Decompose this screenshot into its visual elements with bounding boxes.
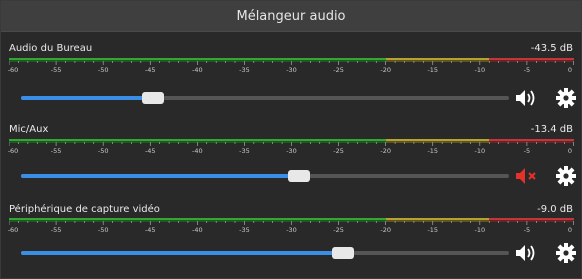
scale-label: -10 [474,226,486,234]
scale-label: -20 [380,226,391,234]
scale-label: -40 [192,66,203,74]
slider-fill [21,96,153,100]
scale-label: -40 [192,226,203,234]
gear-icon[interactable] [553,87,579,109]
scale-label: 0 [567,226,573,234]
gear-icon[interactable] [553,165,579,187]
scale-label: -60 [7,147,19,155]
speaker-muted-icon[interactable] [514,165,540,187]
scale-label: -35 [239,66,250,74]
scale-label: -60 [7,66,19,74]
scale-label: -50 [97,226,109,234]
scale-label: -50 [97,147,109,155]
slider-handle[interactable] [141,92,164,104]
scale-label: -10 [474,147,486,155]
scale-label: -20 [380,147,391,155]
track-db-readout: -43.5 dB [530,43,573,54]
slider-handle[interactable] [332,247,355,259]
scale-label: -45 [144,66,156,74]
scale-label: -35 [239,147,250,155]
slider-handle[interactable] [288,170,311,182]
speaker-icon[interactable] [514,242,540,264]
scale-label: -25 [333,66,344,74]
slider-fill [21,174,300,178]
scale-label: -60 [7,226,19,234]
slider-fill [21,251,344,255]
meter-scale: -60 -55 -50 -45 -40 -35 -30 -25 -20 -15 -10 -5 0 [7,147,574,156]
meter-scale: -60 -55 -50 -45 -40 -35 -30 -25 -20 -15 -10 -5 0 [7,66,574,75]
scale-label: -10 [474,66,486,74]
scale-label: -55 [50,66,62,74]
scale-label: 0 [567,147,573,155]
scale-label: 0 [567,66,573,74]
scale-label: -15 [427,226,439,234]
scale-label: -25 [333,226,344,234]
track-db-readout: -13.4 dB [530,124,573,135]
scale-label: -15 [427,66,439,74]
scale-label: -5 [523,66,531,74]
track-name: Périphérique de capture vidéo [9,204,160,215]
scale-label: -25 [333,147,344,155]
panel-title-bar: Mélangeur audio [1,1,581,32]
audio-mixer-panel: Mélangeur audio Audio du Bureau -43.5 dB… [0,0,582,279]
scale-label: -35 [239,226,250,234]
volume-slider[interactable] [21,89,509,107]
panel-title: Mélangeur audio [236,8,346,24]
track-db-readout: -9.0 dB [537,204,573,215]
volume-slider[interactable] [21,244,509,262]
scale-label: -15 [427,147,439,155]
meter-scale: -60 -55 -50 -45 -40 -35 -30 -25 -20 -15 -10 -5 0 [7,226,574,235]
scale-label: -40 [192,147,203,155]
scale-label: -55 [50,147,62,155]
scale-label: -30 [286,226,297,234]
scale-label: -45 [144,147,156,155]
scale-label: -5 [523,147,531,155]
volume-slider[interactable] [21,167,509,185]
scale-label: -30 [286,147,297,155]
scale-label: -50 [97,66,109,74]
track-name: Audio du Bureau [9,43,93,54]
scale-label: -5 [523,226,531,234]
scale-label: -55 [50,226,62,234]
scale-label: -20 [380,66,391,74]
gear-icon[interactable] [553,242,579,264]
scale-label: -30 [286,66,297,74]
scale-label: -45 [144,226,156,234]
speaker-icon[interactable] [514,87,540,109]
track-name: Mic/Aux [9,124,49,135]
